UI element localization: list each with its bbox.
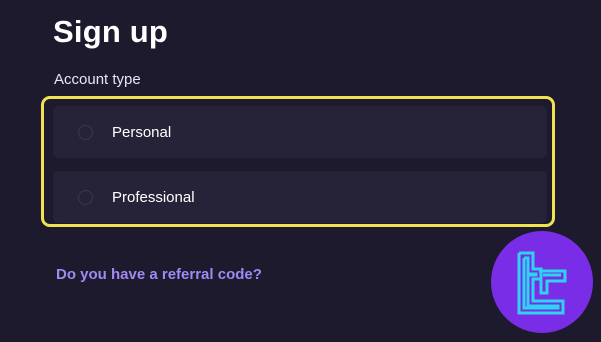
professional-option-label: Professional	[112, 188, 195, 206]
account-type-option-professional[interactable]: Professional	[53, 171, 547, 223]
account-type-option-personal[interactable]: Personal	[53, 106, 547, 158]
signup-page: Sign up Account type Personal Profession…	[0, 0, 601, 342]
personal-option-label: Personal	[112, 123, 172, 141]
brand-logo-glyph	[517, 251, 567, 315]
professional-radio[interactable]	[78, 189, 93, 205]
brand-logo-icon	[491, 231, 593, 333]
referral-code-link[interactable]: Do you have a referral code?	[56, 266, 262, 283]
page-title: Sign up	[53, 14, 169, 49]
personal-radio[interactable]	[78, 124, 93, 140]
account-type-label: Account type	[54, 71, 141, 88]
